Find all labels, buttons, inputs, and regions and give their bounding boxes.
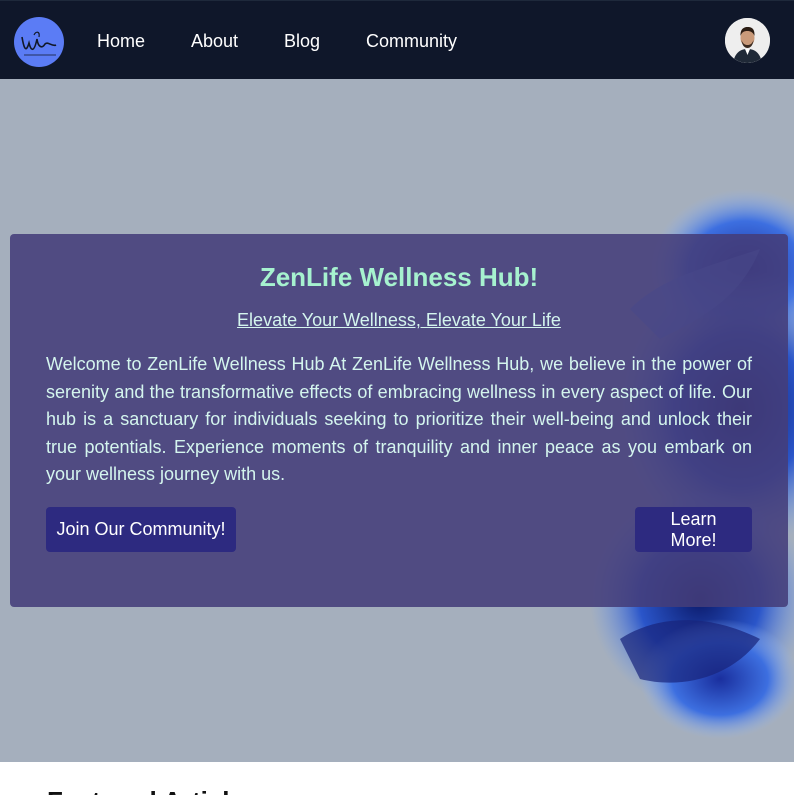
join-community-button[interactable]: Join Our Community! bbox=[46, 507, 236, 552]
featured-title: Featured Articles bbox=[47, 786, 258, 795]
hero-section: ZenLife Wellness Hub! Elevate Your Welln… bbox=[0, 79, 794, 762]
nav-link-about[interactable]: About bbox=[191, 30, 238, 52]
featured-section: Featured Articles bbox=[0, 762, 794, 795]
hero-subtitle: Elevate Your Wellness, Elevate Your Life bbox=[237, 310, 561, 330]
hero-description: Welcome to ZenLife Wellness Hub At ZenLi… bbox=[46, 354, 752, 484]
user-avatar[interactable] bbox=[725, 18, 770, 63]
nav-link-blog[interactable]: Blog bbox=[284, 30, 320, 52]
navbar: Home About Blog Community bbox=[0, 0, 794, 79]
learn-more-button[interactable]: Learn More! bbox=[635, 507, 752, 552]
nav-link-home[interactable]: Home bbox=[97, 30, 145, 52]
hero-title: ZenLife Wellness Hub! bbox=[259, 262, 539, 292]
signature-logo-icon[interactable] bbox=[14, 17, 64, 67]
hero-card: ZenLife Wellness Hub! Elevate Your Welln… bbox=[10, 234, 788, 607]
nav-link-community[interactable]: Community bbox=[366, 30, 457, 52]
